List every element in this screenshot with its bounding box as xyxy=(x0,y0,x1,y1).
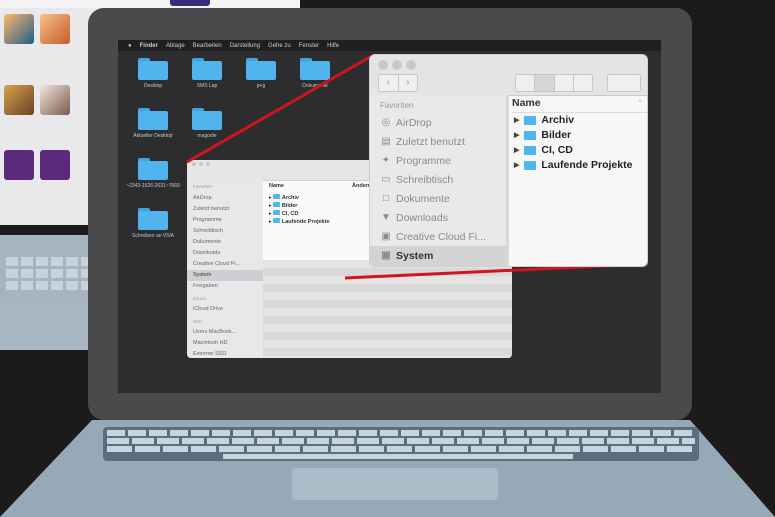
key-row xyxy=(107,438,695,444)
folder-icon: ▣ xyxy=(381,231,391,242)
minimize-button[interactable] xyxy=(392,60,402,70)
folder-icon xyxy=(524,130,537,140)
sidebar-item-system[interactable]: ▣ System xyxy=(380,250,433,262)
forward-icon[interactable]: › xyxy=(399,75,418,91)
folder-icon xyxy=(524,160,537,170)
sidebar-item-recent[interactable]: ▤ Zuletzt benutzt xyxy=(380,136,465,148)
trackpad[interactable] xyxy=(292,468,498,500)
keyboard xyxy=(103,427,699,461)
gallery-view-icon[interactable] xyxy=(574,75,592,91)
column-view-icon[interactable] xyxy=(555,75,574,91)
list-item-ci-cd[interactable]: ▶ CI, CD xyxy=(514,144,573,156)
zoom-line-bottom xyxy=(344,262,649,280)
download-icon: ▼ xyxy=(381,212,391,223)
sidebar-item-creative-cloud[interactable]: ▣ Creative Cloud Fi... xyxy=(380,231,486,243)
sidebar-header-favorites: Favoriten xyxy=(380,101,414,110)
airdrop-icon: ◎ xyxy=(381,117,391,128)
list-item-archiv[interactable]: ▶ Archiv xyxy=(514,114,574,126)
folder-icon: ▣ xyxy=(381,250,391,261)
column-header-name[interactable]: Name xyxy=(512,97,541,109)
sidebar-divider[interactable] xyxy=(506,95,509,266)
sidebar-item-downloads[interactable]: ▼ Downloads xyxy=(380,212,448,224)
list-item-bilder[interactable]: ▶ Bilder xyxy=(514,129,571,141)
back-icon[interactable]: ‹ xyxy=(379,75,399,91)
group-menu-icon[interactable] xyxy=(607,74,641,92)
folder-icon xyxy=(524,115,537,125)
clock-icon: ▤ xyxy=(381,136,391,147)
disclosure-triangle-icon[interactable]: ▶ xyxy=(514,116,519,124)
desktop-icon: ▭ xyxy=(381,174,391,185)
nav-buttons: ‹ › xyxy=(378,74,418,92)
list-header: Name ⌃ xyxy=(512,97,647,113)
icon-view-icon[interactable] xyxy=(516,75,536,91)
close-button[interactable] xyxy=(378,60,388,70)
zoom-line-top xyxy=(186,55,371,164)
disclosure-triangle-icon[interactable]: ▶ xyxy=(514,161,519,169)
key-row xyxy=(107,430,695,436)
sidebar-item-documents[interactable]: □ Dokumente xyxy=(380,193,450,205)
list-view-icon[interactable] xyxy=(535,75,555,91)
sort-chevron-icon[interactable]: ⌃ xyxy=(637,99,643,107)
key-row xyxy=(107,446,695,452)
apps-icon: ✦ xyxy=(381,155,391,166)
folder-icon xyxy=(524,145,537,155)
list-item-laufende-projekte[interactable]: ▶ Laufende Projekte xyxy=(514,159,632,171)
sidebar-item-desktop[interactable]: ▭ Schreibtisch xyxy=(380,174,453,186)
document-icon: □ xyxy=(382,193,390,204)
disclosure-triangle-icon[interactable]: ▶ xyxy=(514,131,519,139)
zoom-button[interactable] xyxy=(406,60,416,70)
magnified-sidebar: Favoriten ◎ AirDrop ▤ Zuletzt benutzt ✦ Pro… xyxy=(370,95,506,266)
sidebar-item-airdrop[interactable]: ◎ AirDrop xyxy=(380,117,432,129)
view-mode-switcher[interactable] xyxy=(515,74,593,92)
magnified-toolbar: ‹ › xyxy=(370,55,647,96)
disclosure-triangle-icon[interactable]: ▶ xyxy=(514,146,519,154)
magnified-finder-window[interactable]: ‹ › Favoriten ◎ AirDrop ▤ Zuletzt benutzt … xyxy=(370,55,647,266)
sidebar-item-applications[interactable]: ✦ Programme xyxy=(380,155,451,167)
space-bar xyxy=(223,454,573,459)
